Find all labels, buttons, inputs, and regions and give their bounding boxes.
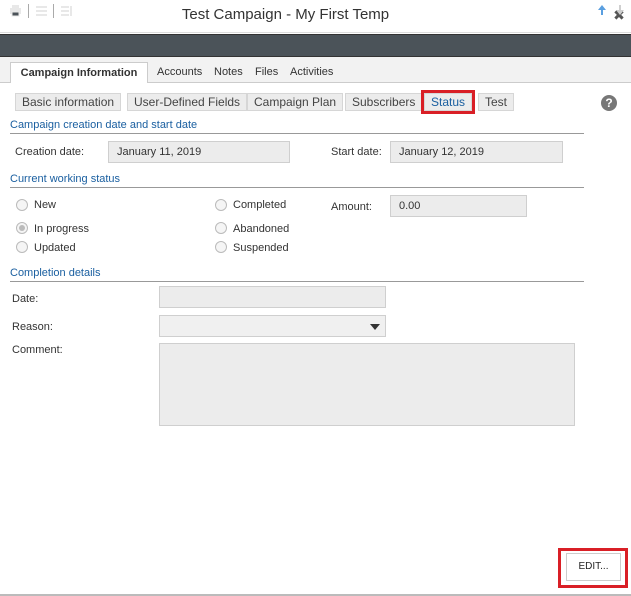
status-radio-in-progress[interactable] [16,222,28,234]
creation-date-field[interactable]: January 11, 2019 [108,141,290,163]
status-label-new: New [34,199,57,211]
actions-menu[interactable]: Actions [76,4,116,18]
chevron-down-icon[interactable] [370,324,380,330]
edit-button[interactable]: EDIT... [566,553,621,581]
status-radio-completed[interactable] [215,199,227,211]
subtab-basic-information[interactable]: Basic information [15,93,122,111]
list-icon[interactable] [34,4,48,18]
start-date-field[interactable]: January 12, 2019 [390,141,563,163]
status-label-in-progress: In progress [34,223,90,235]
tab-files[interactable]: Files [255,62,278,83]
status-radio-new[interactable] [16,199,28,211]
tab-notes[interactable]: Notes [214,62,243,83]
tab-campaign-information[interactable]: Campaign Information [10,62,148,83]
toolbar [0,34,631,57]
status-label-updated: Updated [34,242,76,254]
subtab-status[interactable]: Status [420,90,476,114]
start-date-label: Start date: [331,146,382,158]
subtab-campaign-plan[interactable]: Campaign Plan [247,93,344,111]
status-label-suspended: Suspended [233,242,289,254]
section-title-dates: Campaign creation date and start date [10,119,584,134]
creation-date-label: Creation date: [15,146,85,158]
reason-label: Reason: [12,321,53,333]
tab-activities[interactable]: Activities [290,62,333,83]
comment-label: Comment: [12,344,63,356]
toolbar-separator [28,4,29,18]
amount-field[interactable]: 0.00 [390,195,527,217]
arrow-down-icon[interactable] [614,4,626,18]
chevron-down-icon[interactable] [115,9,121,13]
section-title-status: Current working status [10,173,584,188]
toolbar-separator [53,4,54,18]
reason-select[interactable] [159,315,386,337]
amount-label: Amount: [331,201,372,213]
status-radio-suspended[interactable] [215,241,227,253]
completion-date-label: Date: [12,293,39,305]
arrow-up-icon[interactable] [596,4,608,18]
status-radio-updated[interactable] [16,241,28,253]
section-title-completion: Completion details [10,267,584,282]
subtab-subscribers[interactable]: Subscribers [345,93,423,111]
print-icon[interactable] [8,4,22,18]
tab-accounts[interactable]: Accounts [157,62,202,83]
completion-date-field[interactable] [159,286,386,308]
subtab-user-defined-fields[interactable]: User-Defined Fields [127,93,248,111]
status-label-completed: Completed [233,199,287,211]
subtab-test[interactable]: Test [478,93,515,111]
status-radio-abandoned[interactable] [215,222,227,234]
help-icon[interactable]: ? [601,95,617,111]
actions-list-icon[interactable] [59,4,73,18]
status-label-abandoned: Abandoned [233,223,290,235]
comment-textarea[interactable] [159,343,575,426]
